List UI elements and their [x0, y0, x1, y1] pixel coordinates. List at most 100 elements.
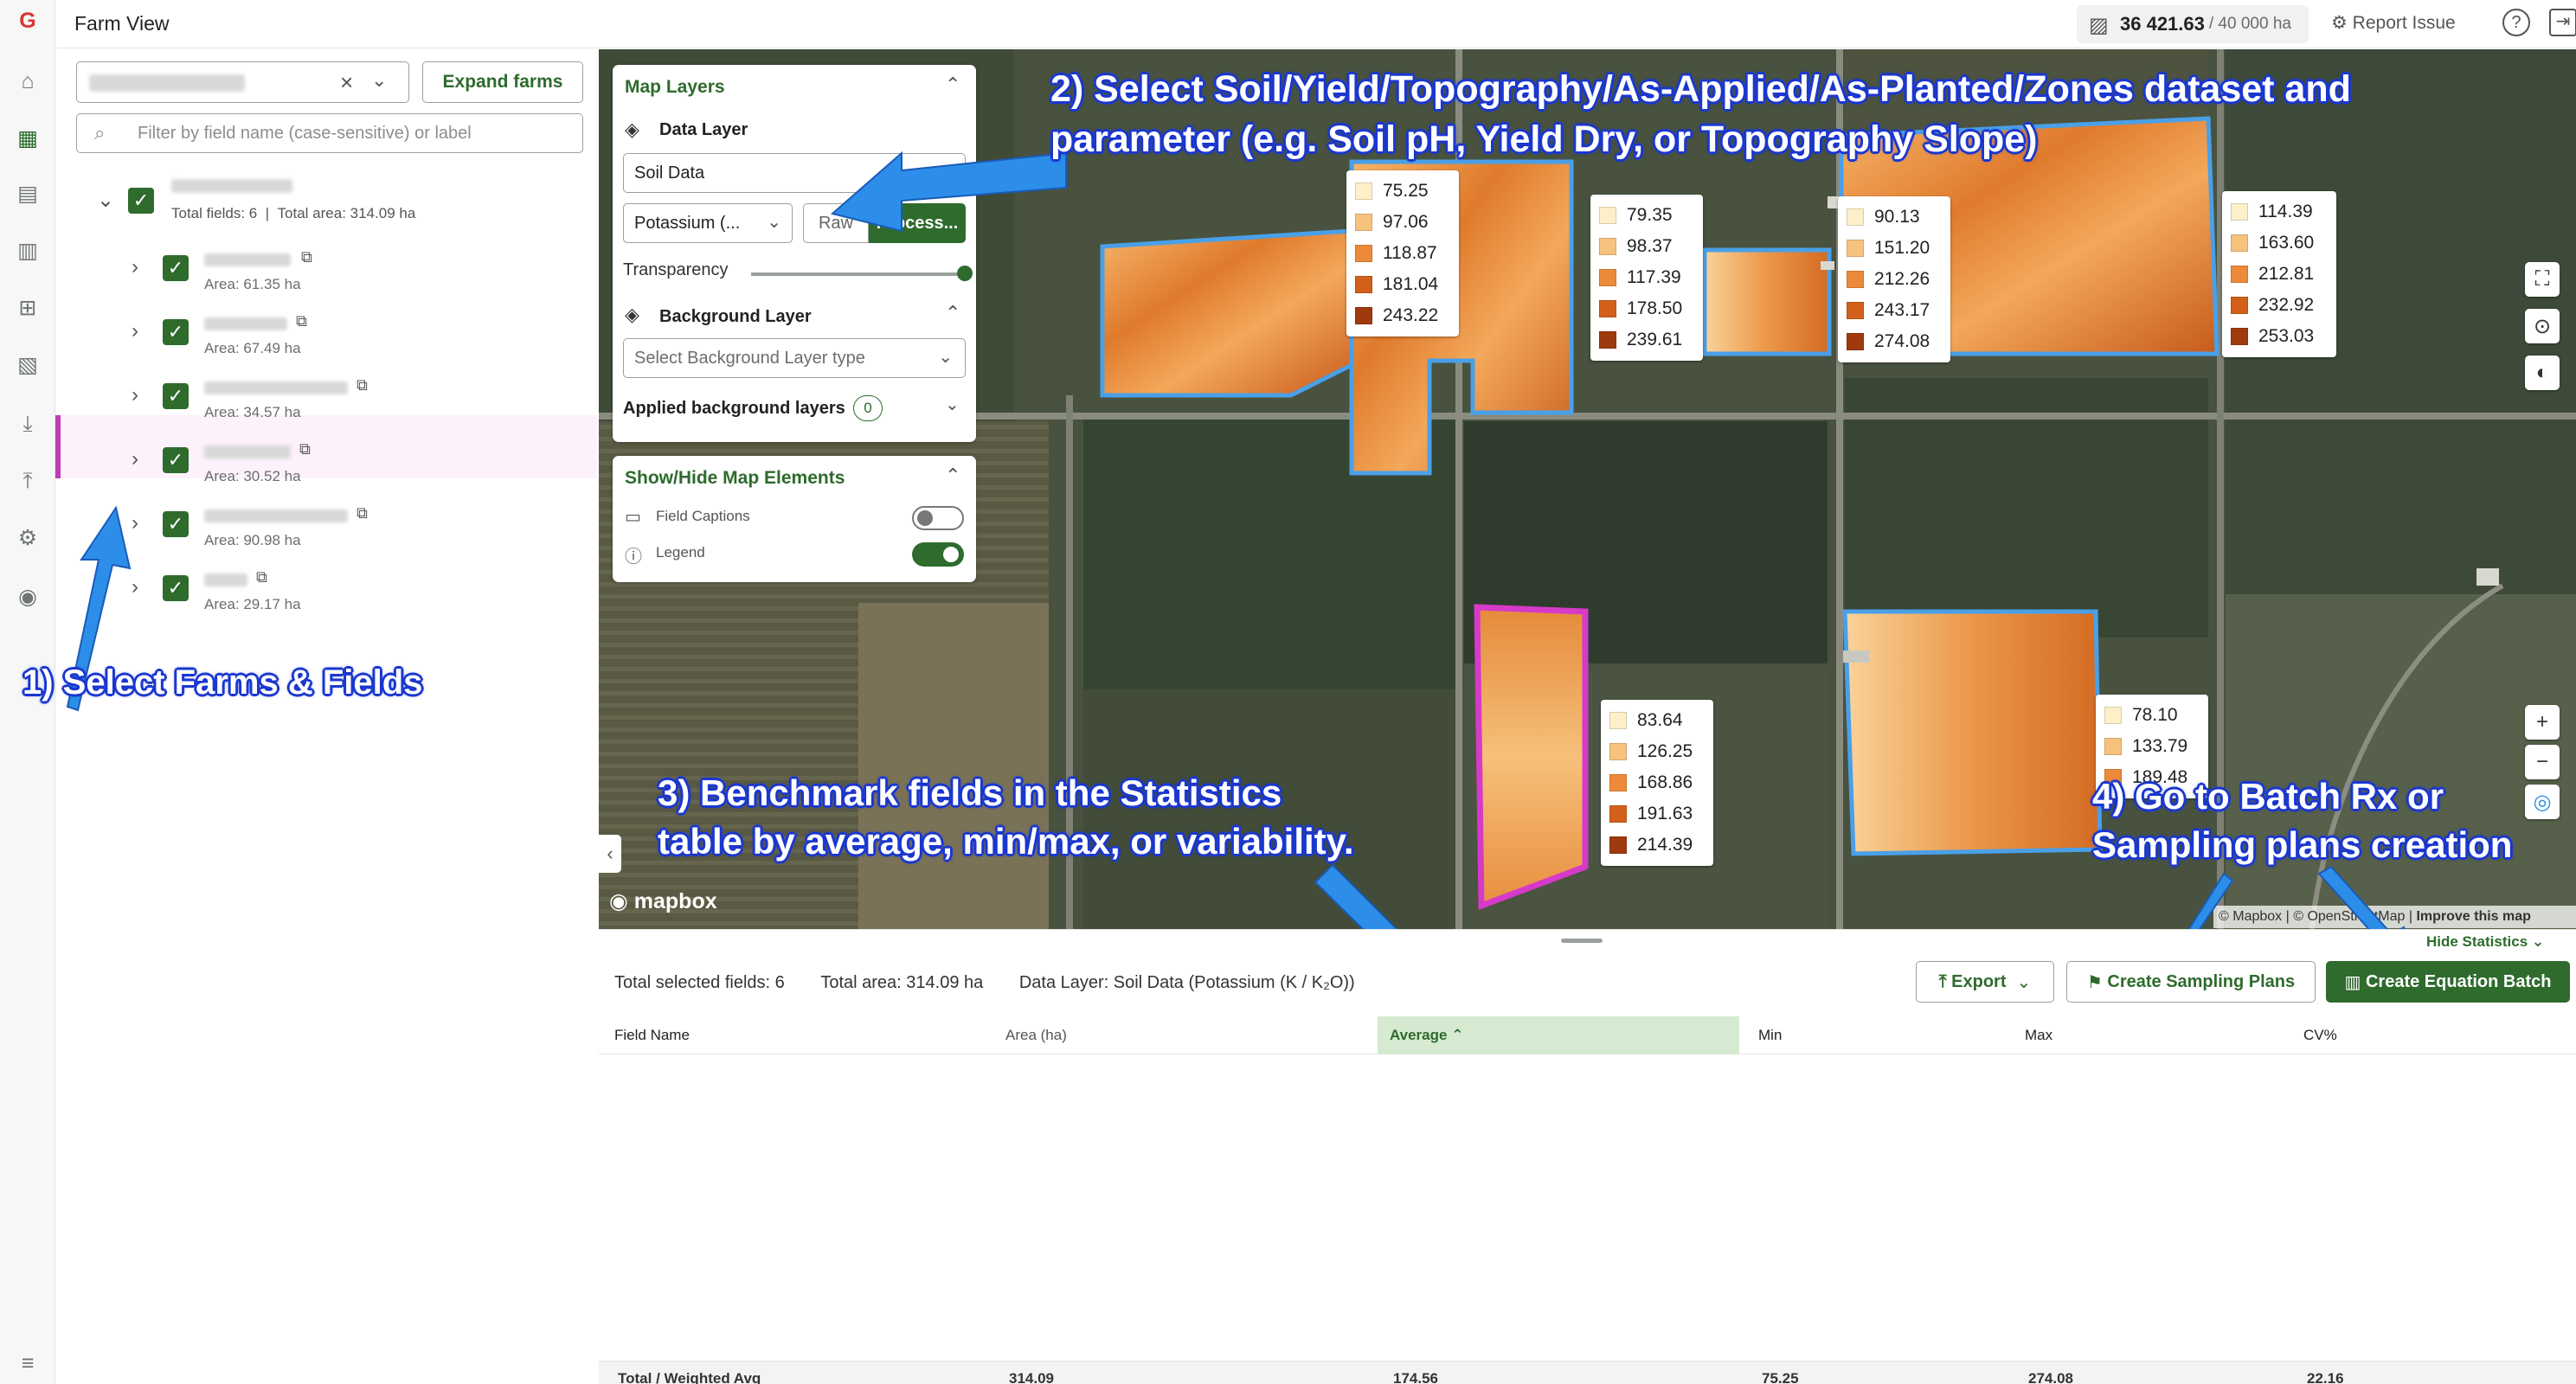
export-button[interactable]: ⤒ Export ⌄ — [1916, 961, 2054, 1003]
field-checkbox[interactable]: ✓ — [163, 447, 189, 473]
clipboard-icon[interactable]: ▤ — [12, 178, 43, 209]
chevron-down-icon: ⌄ — [767, 213, 781, 232]
chevron-up-icon[interactable]: ⌃ — [945, 302, 960, 324]
fullscreen-icon[interactable]: ⛶ — [2525, 262, 2560, 297]
field-checkbox[interactable]: ✓ — [163, 319, 189, 345]
external-link-icon[interactable]: ⧉ — [299, 440, 311, 458]
legend-row: 274.08 — [1847, 326, 1942, 357]
col-max[interactable]: Max — [2025, 1027, 2052, 1044]
external-link-icon[interactable]: ⧉ — [296, 312, 307, 330]
annotation-3-line1: 3) Benchmark fields in the Statistics — [658, 772, 1282, 813]
legend-swatch — [1599, 300, 1616, 317]
locate-icon[interactable]: ⊙ — [2525, 309, 2560, 343]
dashboard-icon[interactable]: ▧ — [12, 349, 43, 381]
parameter-select[interactable]: Potassium (... ⌄ — [623, 203, 793, 243]
field-captions-label: Field Captions — [656, 508, 750, 524]
farm-icon[interactable]: ▦ — [12, 123, 43, 154]
farm-collapse-icon[interactable]: ⌄ — [97, 188, 114, 213]
legend-label: Legend — [656, 544, 705, 561]
chevron-right-icon[interactable]: › — [132, 255, 138, 279]
chevron-up-icon[interactable]: ⌃ — [945, 74, 960, 96]
field-checkbox[interactable]: ✓ — [163, 255, 189, 281]
applied-layers-label: Applied background layers — [623, 399, 845, 418]
field-name-blurred — [204, 253, 291, 266]
expand-farms-button[interactable]: Expand farms — [422, 61, 583, 103]
home-icon[interactable]: ⌂ — [12, 66, 43, 97]
legend-row: 243.17 — [1847, 295, 1942, 326]
map-view[interactable]: Ferg_mid67.49136.0679.35239.6130.42Talf_… — [599, 49, 2576, 929]
chevron-right-icon[interactable]: › — [132, 383, 138, 407]
field-captions-toggle[interactable] — [912, 506, 964, 530]
clear-icon[interactable]: × — [340, 69, 353, 96]
area-icon: ▨ — [2089, 14, 2109, 37]
zoom-in-icon[interactable]: + — [2525, 705, 2560, 740]
add-layer-icon[interactable]: ⊞ — [12, 292, 43, 324]
help-icon[interactable]: ? — [2502, 9, 2530, 36]
external-link-icon[interactable]: ⧉ — [256, 568, 267, 586]
logo-icon[interactable]: G — [12, 5, 43, 36]
legend-value: 212.26 — [1874, 269, 1930, 289]
transparency-slider-handle[interactable] — [957, 266, 973, 281]
field-polygon — [1842, 609, 2103, 856]
col-field-name[interactable]: Field Name — [614, 1027, 690, 1044]
chevron-right-icon[interactable]: › — [132, 319, 138, 343]
chevron-down-icon[interactable]: ⌄ — [371, 69, 387, 92]
external-link-icon[interactable]: ⧉ — [301, 248, 312, 266]
field-legend: 114.39 163.60 212.81 232.92 253.03 — [2222, 191, 2336, 357]
3d-view-icon[interactable]: ◐ — [2525, 356, 2560, 390]
col-average[interactable]: Average ⌃ — [1390, 1027, 1463, 1044]
legend-row: 191.63 — [1609, 798, 1705, 830]
menu-icon[interactable]: ≡ — [12, 1348, 43, 1379]
col-min[interactable]: Min — [1758, 1027, 1782, 1044]
col-average-label: Average — [1390, 1027, 1448, 1043]
legend-swatch — [1609, 743, 1627, 760]
map-icon[interactable]: ▥ — [12, 235, 43, 266]
farm-checkbox[interactable]: ✓ — [128, 188, 154, 214]
legend-row: 178.50 — [1599, 293, 1694, 324]
background-layer-label: Background Layer — [659, 307, 812, 326]
external-link-icon[interactable]: ⧉ — [357, 504, 368, 522]
chevron-down-icon[interactable]: ⌄ — [945, 394, 960, 415]
compass-icon[interactable]: ◎ — [2525, 785, 2560, 819]
col-area[interactable]: Area (ha) — [1005, 1027, 1067, 1044]
external-link-icon[interactable]: ⧉ — [357, 376, 368, 394]
bug-icon: ⚙ — [2331, 13, 2353, 33]
sort-asc-icon: ⌃ — [1451, 1027, 1464, 1043]
field-checkbox[interactable]: ✓ — [163, 383, 189, 409]
collapse-panel-button[interactable]: ‹ — [599, 835, 621, 873]
report-issue-button[interactable]: ⚙ Report Issue — [2331, 12, 2456, 34]
chevron-right-icon[interactable]: › — [132, 447, 138, 471]
legend-value: 151.20 — [1874, 238, 1930, 258]
stats-total-area: Total area: 314.09 ha — [820, 973, 984, 992]
total-average-cell: 174.56 — [1393, 1370, 1438, 1384]
settings-icon[interactable]: ⚙ — [12, 522, 43, 554]
legend-row: 151.20 — [1847, 233, 1942, 264]
quota-total: / 40 000 ha — [2208, 15, 2291, 33]
zoom-out-icon[interactable]: − — [2525, 745, 2560, 779]
legend-swatch — [1355, 183, 1372, 200]
field-filter-input[interactable]: ⌕ Filter by field name (case-sensitive) … — [76, 113, 583, 153]
create-equation-batch-button[interactable]: ▥ Create Equation Batch — [2326, 961, 2570, 1003]
background-layer-select[interactable]: Select Background Layer type ⌄ — [623, 338, 966, 378]
legend-value: 117.39 — [1627, 267, 1681, 287]
farm-select[interactable]: × ⌄ — [76, 61, 409, 103]
total-area-cell: 314.09 — [1009, 1370, 1054, 1384]
account-icon[interactable]: ◉ — [12, 581, 43, 612]
mapbox-logo: ◉ mapbox — [609, 889, 717, 913]
info-icon: ⓘ — [625, 548, 642, 567]
resize-handle[interactable] — [1561, 939, 1603, 943]
legend-swatch — [1847, 302, 1864, 319]
download-icon[interactable]: ⤓ — [12, 408, 43, 439]
legend-toggle[interactable] — [912, 542, 964, 567]
legend-swatch — [1609, 836, 1627, 854]
hide-statistics-button[interactable]: Hide Statistics ⌄ — [2426, 933, 2544, 951]
transparency-slider[interactable] — [751, 272, 964, 276]
chevron-up-icon[interactable]: ⌃ — [945, 465, 960, 487]
col-cv[interactable]: CV% — [2303, 1027, 2337, 1044]
annotation-2-line2: parameter (e.g. Soil pH, Yield Dry, or T… — [1050, 119, 2038, 160]
transparency-label: Transparency — [623, 260, 729, 279]
logout-icon[interactable]: ⇥ — [2549, 9, 2576, 36]
background-placeholder: Select Background Layer type — [634, 348, 865, 368]
upload-icon[interactable]: ⤒ — [12, 465, 43, 497]
create-sampling-plans-button[interactable]: ⚑ Create Sampling Plans — [2066, 961, 2316, 1003]
